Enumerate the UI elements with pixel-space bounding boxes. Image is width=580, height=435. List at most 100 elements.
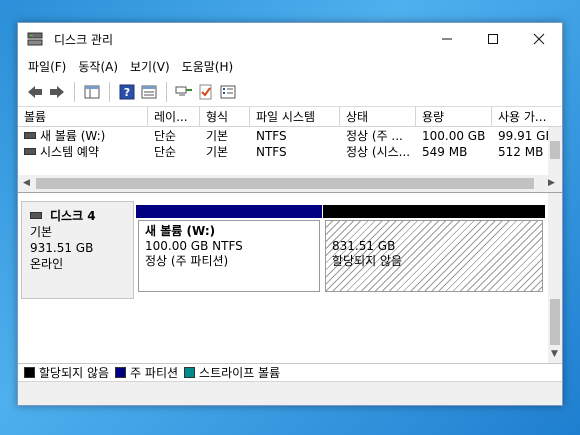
properties-button[interactable] bbox=[138, 81, 160, 103]
scroll-down-icon[interactable]: ▼ bbox=[551, 349, 558, 359]
volume-filesystem: NTFS bbox=[256, 129, 287, 143]
list-button[interactable] bbox=[217, 81, 239, 103]
volume-list-panel: 볼륨 레이... 형식 파일 시스템 상태 용량 사용 가... 새 볼륨 (W… bbox=[18, 107, 562, 193]
volume-type: 기본 bbox=[206, 129, 229, 143]
legend-swatch bbox=[24, 367, 35, 378]
volume-capacity: 549 MB bbox=[422, 145, 468, 159]
volume-layout: 단순 bbox=[154, 129, 177, 143]
scrollbar-thumb[interactable] bbox=[550, 141, 560, 159]
disk-name: 디스크 4 bbox=[50, 209, 96, 223]
menu-help[interactable]: 도움말(H) bbox=[176, 58, 240, 75]
volume-icon bbox=[24, 132, 36, 139]
legend-label: 할당되지 않음 bbox=[39, 366, 110, 380]
title-bar: 디스크 관리 bbox=[18, 23, 562, 55]
column-header-capacity[interactable]: 용량 bbox=[416, 107, 492, 127]
legend-item-unallocated: 할당되지 않음 bbox=[24, 364, 109, 381]
partition-size: 831.51 GB bbox=[332, 239, 396, 253]
partition-unallocated[interactable]: 831.51 GB 할당되지 않음 bbox=[323, 205, 545, 292]
toolbar-separator bbox=[166, 81, 167, 102]
column-header-status[interactable]: 상태 bbox=[340, 107, 416, 127]
scroll-right-icon[interactable]: ▶ bbox=[548, 178, 555, 188]
check-button[interactable] bbox=[195, 81, 217, 103]
menu-file[interactable]: 파일(F) bbox=[22, 58, 72, 75]
minimize-icon bbox=[442, 38, 452, 40]
menu-bar: 파일(F) 동작(A) 보기(V) 도움말(H) bbox=[18, 55, 562, 77]
close-icon bbox=[533, 33, 545, 45]
volume-capacity: 100.00 GB bbox=[422, 129, 486, 143]
legend-swatch bbox=[115, 367, 127, 378]
legend: 할당되지 않음 주 파티션 스트라이프 볼륨 bbox=[18, 363, 562, 381]
legend-item-primary-partition: 주 파티션 bbox=[115, 364, 178, 381]
column-header-layout[interactable]: 레이... bbox=[148, 107, 200, 127]
scroll-left-icon[interactable]: ◀ bbox=[23, 178, 30, 188]
column-header-volume[interactable]: 볼륨 bbox=[18, 107, 148, 127]
column-header-type[interactable]: 형식 bbox=[200, 107, 250, 127]
volume-name: 새 볼륨 (W:) bbox=[40, 129, 106, 143]
maximize-icon bbox=[488, 34, 498, 44]
close-button[interactable] bbox=[516, 23, 562, 55]
volume-filesystem: NTFS bbox=[256, 145, 287, 159]
partition-size-fs: 100.00 GB NTFS bbox=[145, 239, 243, 253]
scrollbar-thumb[interactable] bbox=[550, 299, 560, 345]
window-title: 디스크 관리 bbox=[54, 33, 114, 47]
volume-row[interactable]: 시스템 예약 단순 기본 NTFS 정상 (시스... 549 MB 512 M… bbox=[18, 144, 562, 160]
forward-button[interactable] bbox=[46, 81, 68, 103]
partition-color-bar bbox=[136, 205, 322, 218]
volume-list-vertical-scrollbar[interactable] bbox=[548, 127, 562, 175]
partition-body: 새 볼륨 (W:) 100.00 GB NTFS 정상 (주 파티션) bbox=[138, 220, 320, 292]
disk-management-window: 디스크 관리 파일(F) 동작(A) 보기(V) 도움말(H) ? 볼륨 레이.… bbox=[17, 22, 563, 406]
disk-info-box[interactable]: 디스크 4 기본 931.51 GB 온라인 bbox=[21, 201, 134, 299]
legend-label: 주 파티션 bbox=[130, 366, 179, 380]
scrollbar-thumb[interactable] bbox=[36, 178, 534, 189]
volume-free-space: 99.91 GB bbox=[498, 129, 548, 143]
volume-name-cell: 시스템 예약 bbox=[18, 144, 148, 160]
partition-body: 831.51 GB 할당되지 않음 bbox=[325, 220, 543, 292]
legend-label: 스트라이프 볼륨 bbox=[199, 366, 281, 380]
menu-view[interactable]: 보기(V) bbox=[124, 58, 176, 75]
legend-swatch bbox=[184, 367, 196, 378]
partition-status: 정상 (주 파티션) bbox=[145, 254, 229, 268]
back-button[interactable] bbox=[24, 81, 46, 103]
partition-color-bar bbox=[323, 205, 545, 218]
disk-size: 931.51 GB bbox=[30, 241, 94, 255]
disk-icon bbox=[30, 212, 42, 219]
toolbar: ? bbox=[18, 77, 562, 107]
toolbar-separator bbox=[109, 81, 110, 102]
console-tree-icon bbox=[84, 85, 100, 98]
partition-status: 할당되지 않음 bbox=[332, 254, 403, 268]
back-arrow-icon bbox=[28, 85, 42, 98]
check-icon bbox=[199, 84, 212, 99]
maximize-button[interactable] bbox=[470, 23, 516, 55]
partition-primary[interactable]: 새 볼륨 (W:) 100.00 GB NTFS 정상 (주 파티션) bbox=[136, 205, 322, 292]
volume-list-horizontal-scrollbar[interactable]: ◀ ▶ bbox=[18, 175, 562, 192]
volume-name-cell: 새 볼륨 (W:) bbox=[18, 128, 148, 144]
volume-layout: 단순 bbox=[154, 145, 177, 159]
volume-name: 시스템 예약 bbox=[40, 145, 100, 159]
list-icon bbox=[220, 85, 236, 98]
connect-button[interactable] bbox=[173, 81, 195, 103]
volume-status: 정상 (시스... bbox=[346, 145, 411, 159]
partition-name: 새 볼륨 (W:) bbox=[145, 224, 216, 238]
disk-view-vertical-scrollbar[interactable]: ▼ bbox=[548, 193, 562, 363]
console-tree-button[interactable] bbox=[81, 81, 103, 103]
volume-free-space: 512 MB bbox=[498, 145, 544, 159]
menu-action[interactable]: 동작(A) bbox=[72, 58, 124, 75]
volume-status: 정상 (주 ... bbox=[346, 129, 403, 143]
forward-arrow-icon bbox=[50, 85, 64, 98]
volume-icon bbox=[24, 148, 36, 155]
status-bar bbox=[18, 381, 562, 405]
disk-type: 기본 bbox=[30, 225, 53, 239]
volume-row[interactable]: 새 볼륨 (W:) 단순 기본 NTFS 정상 (주 ... 100.00 GB… bbox=[18, 128, 562, 144]
column-header-free-space[interactable]: 사용 가... bbox=[492, 107, 562, 127]
disk-graphical-view: 디스크 4 기본 931.51 GB 온라인 새 볼륨 (W:) 100.00 … bbox=[18, 193, 562, 363]
disk-status: 온라인 bbox=[30, 257, 64, 271]
legend-item-striped-volume: 스트라이프 볼륨 bbox=[184, 364, 280, 381]
properties-icon bbox=[141, 85, 157, 98]
help-icon: ? bbox=[119, 84, 135, 99]
svg-text:?: ? bbox=[124, 86, 130, 99]
volume-type: 기본 bbox=[206, 145, 229, 159]
column-header-filesystem[interactable]: 파일 시스템 bbox=[250, 107, 340, 127]
help-button[interactable]: ? bbox=[116, 81, 138, 103]
minimize-button[interactable] bbox=[424, 23, 470, 55]
volume-list-header: 볼륨 레이... 형식 파일 시스템 상태 용량 사용 가... bbox=[18, 107, 562, 127]
